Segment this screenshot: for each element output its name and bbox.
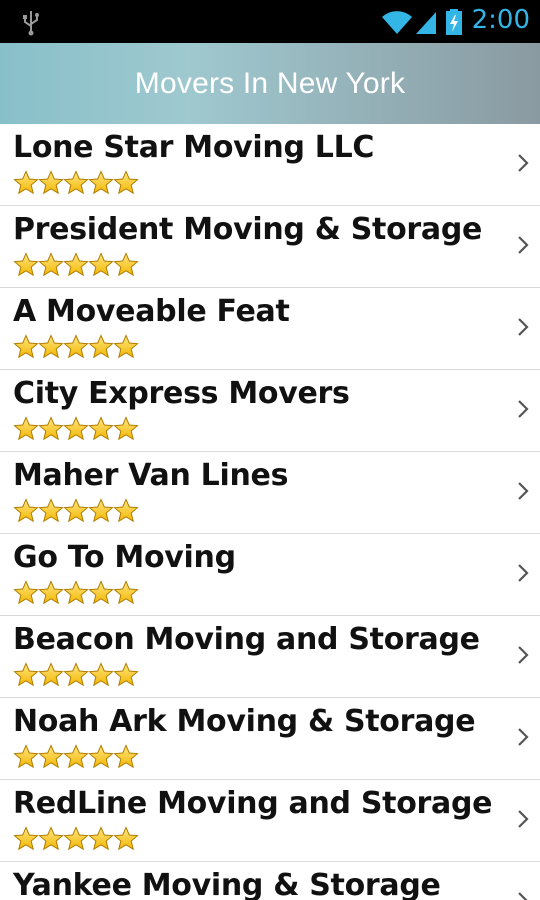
list-item[interactable]: Beacon Moving and Storage [0,616,540,698]
star-icon [88,170,114,195]
chevron-right-icon [518,482,529,500]
star-icon [13,826,39,851]
star-icon [63,416,89,441]
star-icon [113,662,139,687]
star-rating [13,744,139,770]
star-icon [38,580,64,605]
star-icon [113,334,139,359]
star-icon [38,334,64,359]
star-icon [38,252,64,277]
star-icon [63,662,89,687]
list-item[interactable]: President Moving & Storage [0,206,540,288]
star-rating [13,170,139,196]
list-item[interactable]: City Express Movers [0,370,540,452]
star-icon [38,170,64,195]
chevron-right-icon [518,564,529,582]
chevron-right-icon [518,236,529,254]
list-item[interactable]: A Moveable Feat [0,288,540,370]
star-icon [38,662,64,687]
star-rating [13,416,139,442]
star-icon [63,580,89,605]
star-icon [13,252,39,277]
star-icon [88,334,114,359]
list-item[interactable]: RedLine Moving and Storage [0,780,540,862]
star-rating [13,826,139,852]
usb-icon [23,11,39,36]
action-bar: Movers In New York [0,43,540,125]
page-title: Movers In New York [134,66,406,100]
star-icon [88,416,114,441]
star-icon [13,416,39,441]
battery-charging-icon [446,9,462,35]
chevron-right-icon [518,892,528,900]
star-icon [13,580,39,605]
chevron-right-icon [518,646,529,664]
star-rating [13,580,139,606]
mover-name: Go To Moving [13,540,236,575]
list-item[interactable]: Maher Van Lines [0,452,540,534]
star-icon [113,744,139,769]
star-icon [113,826,139,851]
star-icon [63,334,89,359]
star-icon [13,744,39,769]
star-icon [13,170,39,195]
star-icon [38,826,64,851]
list-item[interactable]: Lone Star Moving LLC [0,124,540,206]
star-rating [13,334,139,360]
star-icon [63,252,89,277]
chevron-right-icon [518,154,529,172]
mover-name: Noah Ark Moving & Storage [13,704,476,739]
star-rating [13,662,139,688]
mover-name: A Moveable Feat [13,294,290,329]
star-icon [63,744,89,769]
chevron-right-icon [518,400,529,418]
mover-name: Beacon Moving and Storage [13,622,480,657]
star-icon [88,498,114,523]
chevron-right-icon [518,728,529,746]
star-rating [13,252,139,278]
star-icon [88,826,114,851]
star-icon [13,334,39,359]
star-icon [113,170,139,195]
chevron-right-icon [518,810,529,828]
star-icon [38,416,64,441]
list-item[interactable]: Noah Ark Moving & Storage [0,698,540,780]
chevron-right-icon [518,318,529,336]
mover-name: RedLine Moving and Storage [13,786,493,821]
star-icon [113,416,139,441]
movers-list: Lone Star Moving LLC President Moving & S… [0,124,540,900]
mover-name: City Express Movers [13,376,350,411]
list-item[interactable]: Yankee Moving & Storage [0,862,540,900]
mover-name: Maher Van Lines [13,458,289,493]
star-icon [113,252,139,277]
mover-name: President Moving & Storage [13,212,483,247]
mover-name: Lone Star Moving LLC [13,130,375,165]
star-rating [13,498,139,524]
star-icon [38,744,64,769]
star-icon [113,580,139,605]
star-icon [88,744,114,769]
star-icon [38,498,64,523]
signal-icon [416,12,436,34]
status-bar: 2:00 [0,0,540,43]
star-icon [63,498,89,523]
star-icon [63,826,89,851]
star-icon [63,170,89,195]
star-icon [88,252,114,277]
mover-name: Yankee Moving & Storage [13,868,441,900]
star-icon [13,498,39,523]
star-icon [88,580,114,605]
clock: 2:00 [471,5,530,35]
wifi-icon [382,11,412,34]
star-icon [113,498,139,523]
star-icon [88,662,114,687]
list-item[interactable]: Go To Moving [0,534,540,616]
star-icon [13,662,39,687]
